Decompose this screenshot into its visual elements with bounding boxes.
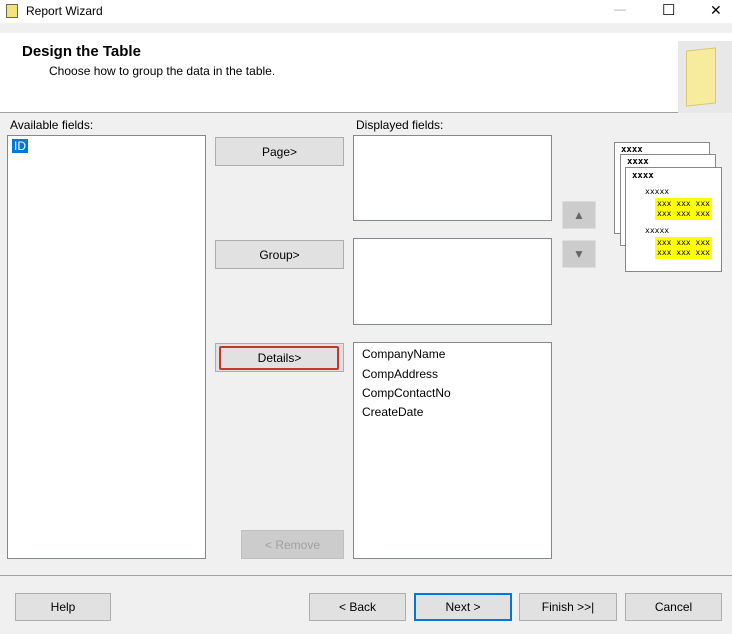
- help-button[interactable]: Help: [15, 593, 111, 621]
- arrow-up-icon: ▲: [573, 208, 585, 222]
- displayed-fields-label: Displayed fields:: [356, 118, 444, 132]
- report-wizard-icon: [6, 4, 18, 18]
- page-fields-list[interactable]: [353, 135, 552, 221]
- details-fields-list[interactable]: CompanyName CompAddress CompContactNo Cr…: [353, 342, 552, 559]
- list-item[interactable]: CompAddress: [362, 367, 438, 381]
- group-button[interactable]: Group>: [215, 240, 344, 269]
- list-item[interactable]: CreateDate: [362, 405, 423, 419]
- remove-button[interactable]: < Remove: [241, 530, 344, 559]
- list-item[interactable]: CompContactNo: [362, 386, 451, 400]
- move-down-button[interactable]: ▼: [562, 240, 596, 268]
- finish-button[interactable]: Finish >>|: [519, 593, 617, 621]
- available-fields-list[interactable]: ID: [7, 135, 206, 559]
- wizard-header: Design the Table Choose how to group the…: [0, 33, 732, 113]
- next-button[interactable]: Next >: [414, 593, 512, 621]
- page-button[interactable]: Page>: [215, 137, 344, 166]
- arrow-down-icon: ▼: [573, 247, 585, 261]
- move-up-button[interactable]: ▲: [562, 201, 596, 229]
- list-item[interactable]: ID: [12, 139, 28, 153]
- report-header-icon: [678, 41, 732, 113]
- page-title: Design the Table: [22, 43, 141, 60]
- group-fields-list[interactable]: [353, 238, 552, 325]
- list-item[interactable]: CompanyName: [362, 347, 445, 361]
- table-preview-image: xxxx xxxx xxxx xxxxx xxx xxx xxx xxx xxx…: [612, 141, 724, 273]
- cancel-button[interactable]: Cancel: [625, 593, 722, 621]
- back-button[interactable]: < Back: [309, 593, 406, 621]
- title-bar: Report Wizard — ☐ ✕: [0, 0, 732, 23]
- window-title: Report Wizard: [26, 4, 103, 18]
- page-subtitle: Choose how to group the data in the tabl…: [49, 64, 276, 78]
- close-button[interactable]: ✕: [710, 2, 722, 19]
- details-button[interactable]: Details>: [215, 343, 344, 372]
- minimize-button[interactable]: —: [614, 2, 626, 16]
- available-fields-label: Available fields:: [10, 118, 94, 132]
- footer-divider: [0, 575, 732, 576]
- maximize-button[interactable]: ☐: [662, 1, 675, 19]
